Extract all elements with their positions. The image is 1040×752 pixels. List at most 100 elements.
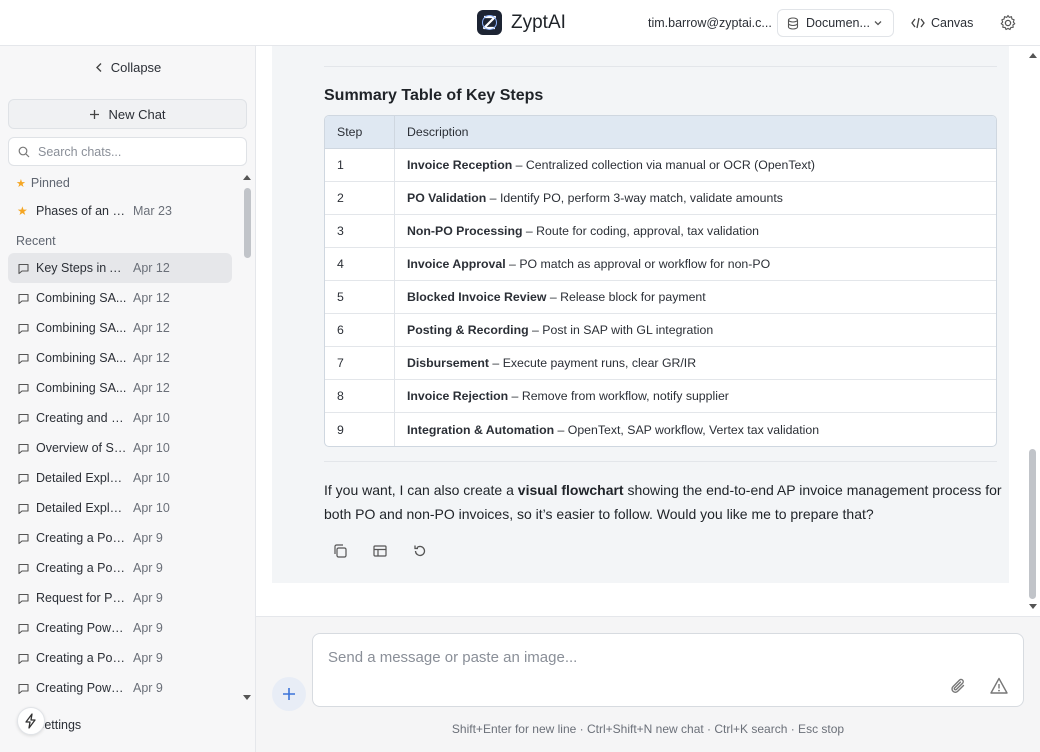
step-name: Integration & Automation: [407, 422, 555, 437]
chat-bubble-icon: [18, 383, 29, 394]
canvas-button[interactable]: Canvas: [911, 9, 973, 37]
collapse-label: Collapse: [110, 60, 162, 75]
keyboard-hint: Shift+Enter for new line · Ctrl+Shift+N …: [451, 722, 845, 736]
scroll-up-icon[interactable]: [1027, 50, 1039, 60]
scroll-down-icon[interactable]: [241, 693, 253, 703]
chat-date: Apr 9: [133, 651, 163, 665]
step-detail: – Remove from workflow, notify supplier: [508, 389, 729, 403]
pinned-label: Pinned: [30, 176, 70, 190]
recent-chat-item[interactable]: Combining SA... Apr 12: [8, 283, 232, 313]
add-attachment-button[interactable]: [272, 677, 306, 711]
paperclip-icon[interactable]: [949, 676, 969, 696]
lightning-icon: [25, 713, 36, 729]
collapse-button[interactable]: Collapse: [0, 60, 256, 75]
recent-chat-item[interactable]: Creating PowerP... Apr 9: [8, 673, 232, 703]
recent-chat-item[interactable]: Key Steps in AP... Apr 12: [8, 253, 232, 283]
step-number: 7: [325, 347, 395, 380]
recent-chat-item[interactable]: Combining SA... Apr 12: [8, 343, 232, 373]
table-row: 1 Invoice Reception – Centralized collect…: [325, 149, 996, 182]
table-icon[interactable]: [372, 543, 388, 559]
composer-area: Shift+Enter for new line · Ctrl+Shift+N …: [256, 616, 1040, 752]
chat-bubble-icon: [18, 683, 29, 694]
scroll-down-icon[interactable]: [1027, 602, 1039, 612]
scroll-up-icon[interactable]: [241, 172, 253, 182]
step-description: Invoice Rejection – Remove from workflow…: [395, 380, 996, 413]
chat-scroll-thumb[interactable]: [1029, 449, 1036, 599]
followup-text-bold: visual flowchart: [517, 482, 624, 498]
recent-chat-item[interactable]: Creating a Powe... Apr 9: [8, 643, 232, 673]
step-description: Integration & Automation – OpenText, SAP…: [395, 413, 996, 446]
chat-date: Apr 10: [133, 441, 170, 455]
recent-chat-item[interactable]: Creating a Powe... Apr 9: [8, 553, 232, 583]
table-row: 9 Integration & Automation – OpenText, SA…: [325, 413, 996, 446]
star-icon: ★: [16, 177, 26, 190]
chat-date: Apr 9: [133, 591, 163, 605]
table-row: 8 Invoice Rejection – Remove from workflo…: [325, 380, 996, 413]
recent-list: Key Steps in AP... Apr 12 Combining SA... A…: [8, 253, 232, 703]
recent-chat-item[interactable]: Creating a Powe... Apr 9: [8, 523, 232, 553]
chevron-left-icon: [95, 63, 102, 72]
chat-title: Request for Pow...: [36, 591, 127, 605]
user-email[interactable]: tim.barrow@zyptai.c...: [648, 16, 772, 30]
chat-bubble-icon: [18, 623, 29, 634]
recent-chat-item[interactable]: Overview of SA... Apr 10: [8, 433, 232, 463]
recent-chat-item[interactable]: Creating PowerP... Apr 9: [8, 613, 232, 643]
chat-scrollbar[interactable]: [1026, 46, 1040, 616]
chat-bubble-icon: [18, 293, 29, 304]
step-detail: – Execute payment runs, clear GR/IR: [489, 356, 697, 370]
recent-chat-item[interactable]: Combining SA... Apr 12: [8, 373, 232, 403]
brand[interactable]: ZyptAI: [477, 10, 566, 35]
recent-chat-item[interactable]: Detailed Explan... Apr 10: [8, 463, 232, 493]
step-number: 6: [325, 314, 395, 347]
new-chat-button[interactable]: New Chat: [8, 99, 247, 129]
recent-section-label: Recent: [16, 234, 56, 248]
recent-chat-item[interactable]: Combining SA... Apr 12: [8, 313, 232, 343]
chat-bubble-icon: [18, 323, 29, 334]
step-number: 2: [325, 182, 395, 215]
chat-date: Apr 9: [133, 681, 163, 695]
app-name: ZyptAI: [511, 11, 566, 33]
chat-title: Combining SA...: [36, 291, 127, 305]
step-name: Disbursement: [407, 356, 490, 370]
step-name: Invoice Rejection: [407, 389, 509, 403]
pinned-chat-item[interactable]: ★ Phases of an S... Mar 23: [8, 196, 232, 226]
divider: [324, 66, 997, 67]
step-detail: – Release block for payment: [546, 290, 706, 304]
chat-bubble-icon: [18, 443, 29, 454]
step-name: PO Validation: [407, 191, 487, 205]
table-row: 6 Posting & Recording – Post in SAP with …: [325, 314, 996, 347]
regenerate-icon[interactable]: [412, 543, 428, 559]
star-icon: ★: [17, 203, 28, 218]
table-header-row: Step Description: [325, 116, 996, 149]
recent-chat-item[interactable]: Request for Pow... Apr 9: [8, 583, 232, 613]
step-name: Blocked Invoice Review: [407, 290, 547, 304]
gear-icon[interactable]: [999, 14, 1017, 32]
copy-icon[interactable]: [332, 543, 348, 559]
chat-title: Creating a Powe...: [36, 531, 127, 545]
recent-chat-item[interactable]: Creating and E... Apr 10: [8, 403, 232, 433]
message-input[interactable]: [328, 649, 928, 675]
chat-title: Combining SA...: [36, 321, 127, 335]
chat-title: Creating a Powe...: [36, 561, 127, 575]
chat-bubble-icon: [18, 413, 29, 424]
chat-title: Phases of an S...: [36, 204, 127, 218]
chat-date: Apr 12: [133, 351, 170, 365]
chat-bubble-icon: [18, 473, 29, 484]
chat-title: Overview of SA...: [36, 441, 127, 455]
column-header-description: Description: [395, 116, 996, 149]
plus-icon: [90, 109, 100, 119]
document-selector[interactable]: Documen...: [777, 9, 894, 37]
sidebar-scrollbar[interactable]: [241, 172, 253, 707]
step-description: Non-PO Processing – Route for coding, ap…: [395, 215, 996, 248]
quick-action-button[interactable]: [17, 707, 45, 735]
recent-chat-item[interactable]: Detailed Explan... Apr 10: [8, 493, 232, 523]
chat-bubble-icon: [18, 593, 29, 604]
search-box: [8, 137, 247, 166]
sidebar-scroll-thumb[interactable]: [244, 188, 251, 258]
step-detail: – PO match as approval or workflow for n…: [505, 257, 771, 271]
followup-text-start: If you want, I can also create a: [324, 482, 518, 498]
search-input[interactable]: [38, 144, 228, 159]
warning-icon[interactable]: [989, 676, 1009, 696]
chat-main: Summary Table of Key Steps Step Descript…: [256, 46, 1040, 616]
summary-title: Summary Table of Key Steps: [324, 87, 544, 104]
